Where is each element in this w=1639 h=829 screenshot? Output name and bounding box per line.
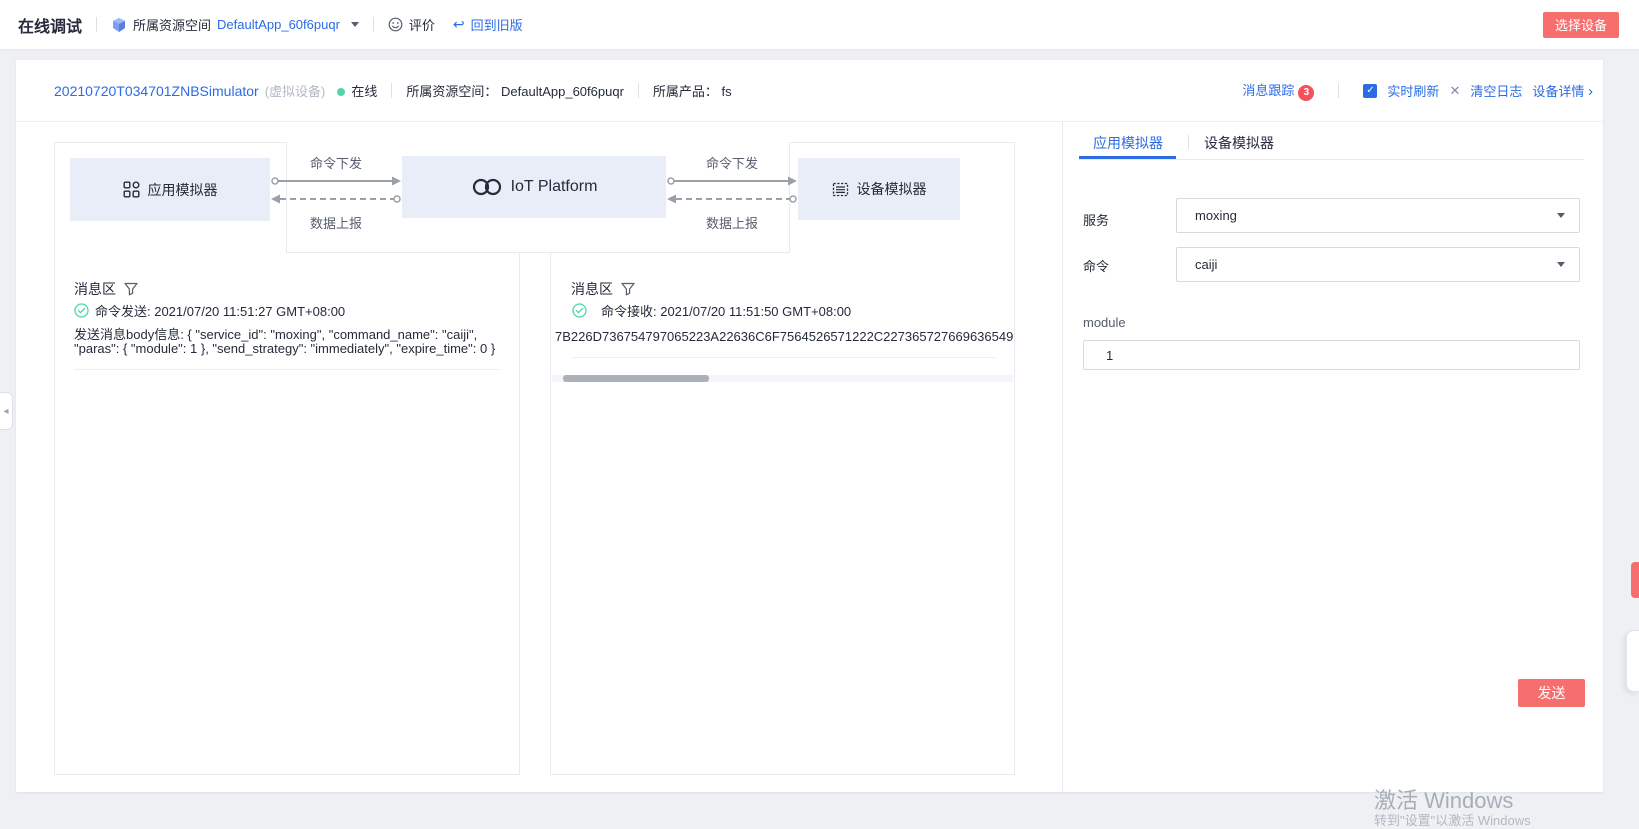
online-status-dot bbox=[337, 88, 345, 96]
info-resource-space: 所属资源空间： DefaultApp_60f6puqr bbox=[406, 81, 624, 100]
rate-label: 评价 bbox=[409, 15, 435, 34]
filter-funnel-icon[interactable] bbox=[124, 282, 138, 296]
back-to-old-label: 回到旧版 bbox=[471, 15, 523, 34]
info-resource-space-value: DefaultApp_60f6puqr bbox=[501, 84, 624, 99]
device-simulator-box: 设备模拟器 bbox=[798, 158, 960, 220]
send-button[interactable]: 发送 bbox=[1518, 679, 1585, 707]
service-label: 服务 bbox=[1083, 210, 1109, 229]
rate-button[interactable]: 评价 bbox=[388, 15, 435, 34]
success-check-icon bbox=[572, 303, 587, 318]
divider bbox=[96, 17, 97, 32]
module-label: module bbox=[1083, 315, 1126, 330]
app-log-body-line2: "paras": { "module": 1 }, "send_strategy… bbox=[74, 341, 495, 356]
clear-logs-link[interactable]: 清空日志 bbox=[1470, 81, 1522, 100]
cube-icon bbox=[111, 17, 127, 33]
message-trace-label: 消息跟踪 bbox=[1242, 83, 1294, 98]
resource-space-value[interactable]: DefaultApp_60f6puqr bbox=[217, 17, 340, 32]
data-up-label: 数据上报 bbox=[270, 213, 402, 232]
platform-device-arrows: 命令下发 数据上报 bbox=[666, 153, 798, 231]
device-log-event: 命令接收: 2021/07/20 11:51:50 GMT+08:00 bbox=[601, 301, 851, 320]
app-log-entry-header: 命令发送: 2021/07/20 11:51:27 GMT+08:00 bbox=[74, 301, 345, 320]
filter-funnel-icon[interactable] bbox=[621, 282, 635, 296]
log-separator bbox=[572, 357, 996, 358]
data-up-arrow bbox=[666, 193, 798, 205]
app-simulator-box: 应用模拟器 bbox=[70, 158, 270, 221]
device-name[interactable]: 20210720T034701ZNBSimulator bbox=[54, 83, 259, 99]
command-down-label: 命令下发 bbox=[270, 153, 402, 172]
command-label: 命令 bbox=[1083, 256, 1109, 275]
select-device-button[interactable]: 选择设备 bbox=[1543, 12, 1619, 38]
command-select[interactable]: caiji bbox=[1176, 247, 1580, 282]
app-log-event: 命令发送: 2021/07/20 11:51:27 GMT+08:00 bbox=[95, 301, 345, 320]
realtime-refresh-checkbox[interactable]: ✓ bbox=[1363, 84, 1377, 98]
tab-app-simulator[interactable]: 应用模拟器 bbox=[1093, 133, 1163, 153]
module-input[interactable] bbox=[1083, 340, 1580, 370]
message-trace-count-badge: 3 bbox=[1298, 85, 1314, 101]
device-details-link[interactable]: 设备详情 › bbox=[1532, 81, 1593, 100]
app-platform-arrows: 命令下发 数据上报 bbox=[270, 153, 402, 231]
divider bbox=[373, 17, 374, 32]
command-down-label: 命令下发 bbox=[666, 153, 798, 172]
realtime-refresh-label: 实时刷新 bbox=[1387, 81, 1439, 100]
panel-collapse-handle[interactable]: ◂ bbox=[0, 392, 13, 430]
clear-icon[interactable]: ✕ bbox=[1449, 83, 1460, 99]
iot-platform-box: IoT Platform bbox=[402, 156, 666, 218]
iot-platform-label: IoT Platform bbox=[511, 178, 598, 196]
info-product-value: fs bbox=[722, 84, 732, 99]
page-title: 在线调试 bbox=[18, 13, 82, 37]
device-log-entry-header: 命令接收: 2021/07/20 11:51:50 GMT+08:00 bbox=[572, 301, 851, 320]
tab-divider bbox=[1188, 135, 1189, 149]
app-simulator-label: 应用模拟器 bbox=[148, 180, 218, 200]
top-nav: 在线调试 所属资源空间 DefaultApp_60f6puqr 评价 ↩ 回到旧… bbox=[0, 0, 1639, 50]
success-check-icon bbox=[74, 303, 89, 318]
tab-rule bbox=[1079, 159, 1584, 160]
data-up-label: 数据上报 bbox=[666, 213, 798, 232]
service-select-value: moxing bbox=[1195, 208, 1552, 223]
service-select[interactable]: moxing bbox=[1176, 198, 1580, 233]
command-select-value: caiji bbox=[1195, 257, 1552, 272]
app-grid-icon bbox=[123, 181, 140, 198]
message-area-title: 消息区 bbox=[571, 279, 613, 299]
command-down-arrow bbox=[666, 175, 798, 187]
simulator-panel: 应用模拟器 设备模拟器 服务 moxing 命令 caiji module 发送 bbox=[1062, 122, 1603, 792]
chevron-down-icon bbox=[1557, 262, 1565, 267]
tab-device-simulator[interactable]: 设备模拟器 bbox=[1204, 133, 1274, 153]
divider bbox=[391, 83, 392, 98]
chevron-down-icon bbox=[1557, 213, 1565, 218]
return-arrow-icon: ↩ bbox=[453, 16, 465, 33]
chevron-down-icon[interactable] bbox=[351, 22, 359, 27]
status-badge: 在线 bbox=[337, 81, 377, 100]
edge-widget[interactable] bbox=[1626, 630, 1639, 692]
message-trace-link[interactable]: 消息跟踪 3 bbox=[1242, 80, 1314, 101]
status-text: 在线 bbox=[351, 84, 377, 99]
resource-space-breadcrumb: 所属资源空间 DefaultApp_60f6puqr bbox=[111, 15, 359, 34]
device-name-suffix: (虚拟设备) bbox=[265, 81, 326, 100]
command-down-arrow bbox=[270, 175, 402, 187]
info-product-label: 所属产品： bbox=[653, 84, 718, 99]
resource-space-label: 所属资源空间 bbox=[133, 15, 211, 34]
device-log-payload: 7B226D736754797065223A22636C6F7564526571… bbox=[555, 329, 1015, 344]
device-simulator-label: 设备模拟器 bbox=[857, 179, 927, 199]
smiley-icon bbox=[388, 17, 403, 32]
horizontal-scrollbar[interactable] bbox=[552, 375, 1013, 382]
edge-feedback-tab[interactable] bbox=[1631, 562, 1639, 598]
scrollbar-thumb[interactable] bbox=[563, 375, 709, 382]
windows-watermark-line2: 转到"设置"以激活 Windows bbox=[1374, 810, 1531, 829]
log-separator bbox=[74, 369, 500, 370]
device-details-label: 设备详情 bbox=[1532, 84, 1584, 99]
message-area-title: 消息区 bbox=[74, 279, 116, 299]
back-to-old-link[interactable]: ↩ 回到旧版 bbox=[453, 15, 523, 34]
info-resource-space-label: 所属资源空间： bbox=[406, 84, 497, 99]
device-list-icon bbox=[832, 181, 849, 198]
device-message-area-header: 消息区 bbox=[571, 279, 635, 299]
divider bbox=[638, 83, 639, 98]
content-panel: 20210720T034701ZNBSimulator (虚拟设备) 在线 所属… bbox=[16, 60, 1603, 792]
chevron-right-icon: › bbox=[1588, 83, 1593, 100]
divider bbox=[1338, 83, 1339, 98]
iot-platform-logo-icon bbox=[471, 177, 503, 197]
app-message-area-header: 消息区 bbox=[74, 279, 138, 299]
info-product: 所属产品： fs bbox=[653, 81, 732, 100]
data-up-arrow bbox=[270, 193, 402, 205]
device-info-bar: 20210720T034701ZNBSimulator (虚拟设备) 在线 所属… bbox=[16, 60, 1603, 122]
